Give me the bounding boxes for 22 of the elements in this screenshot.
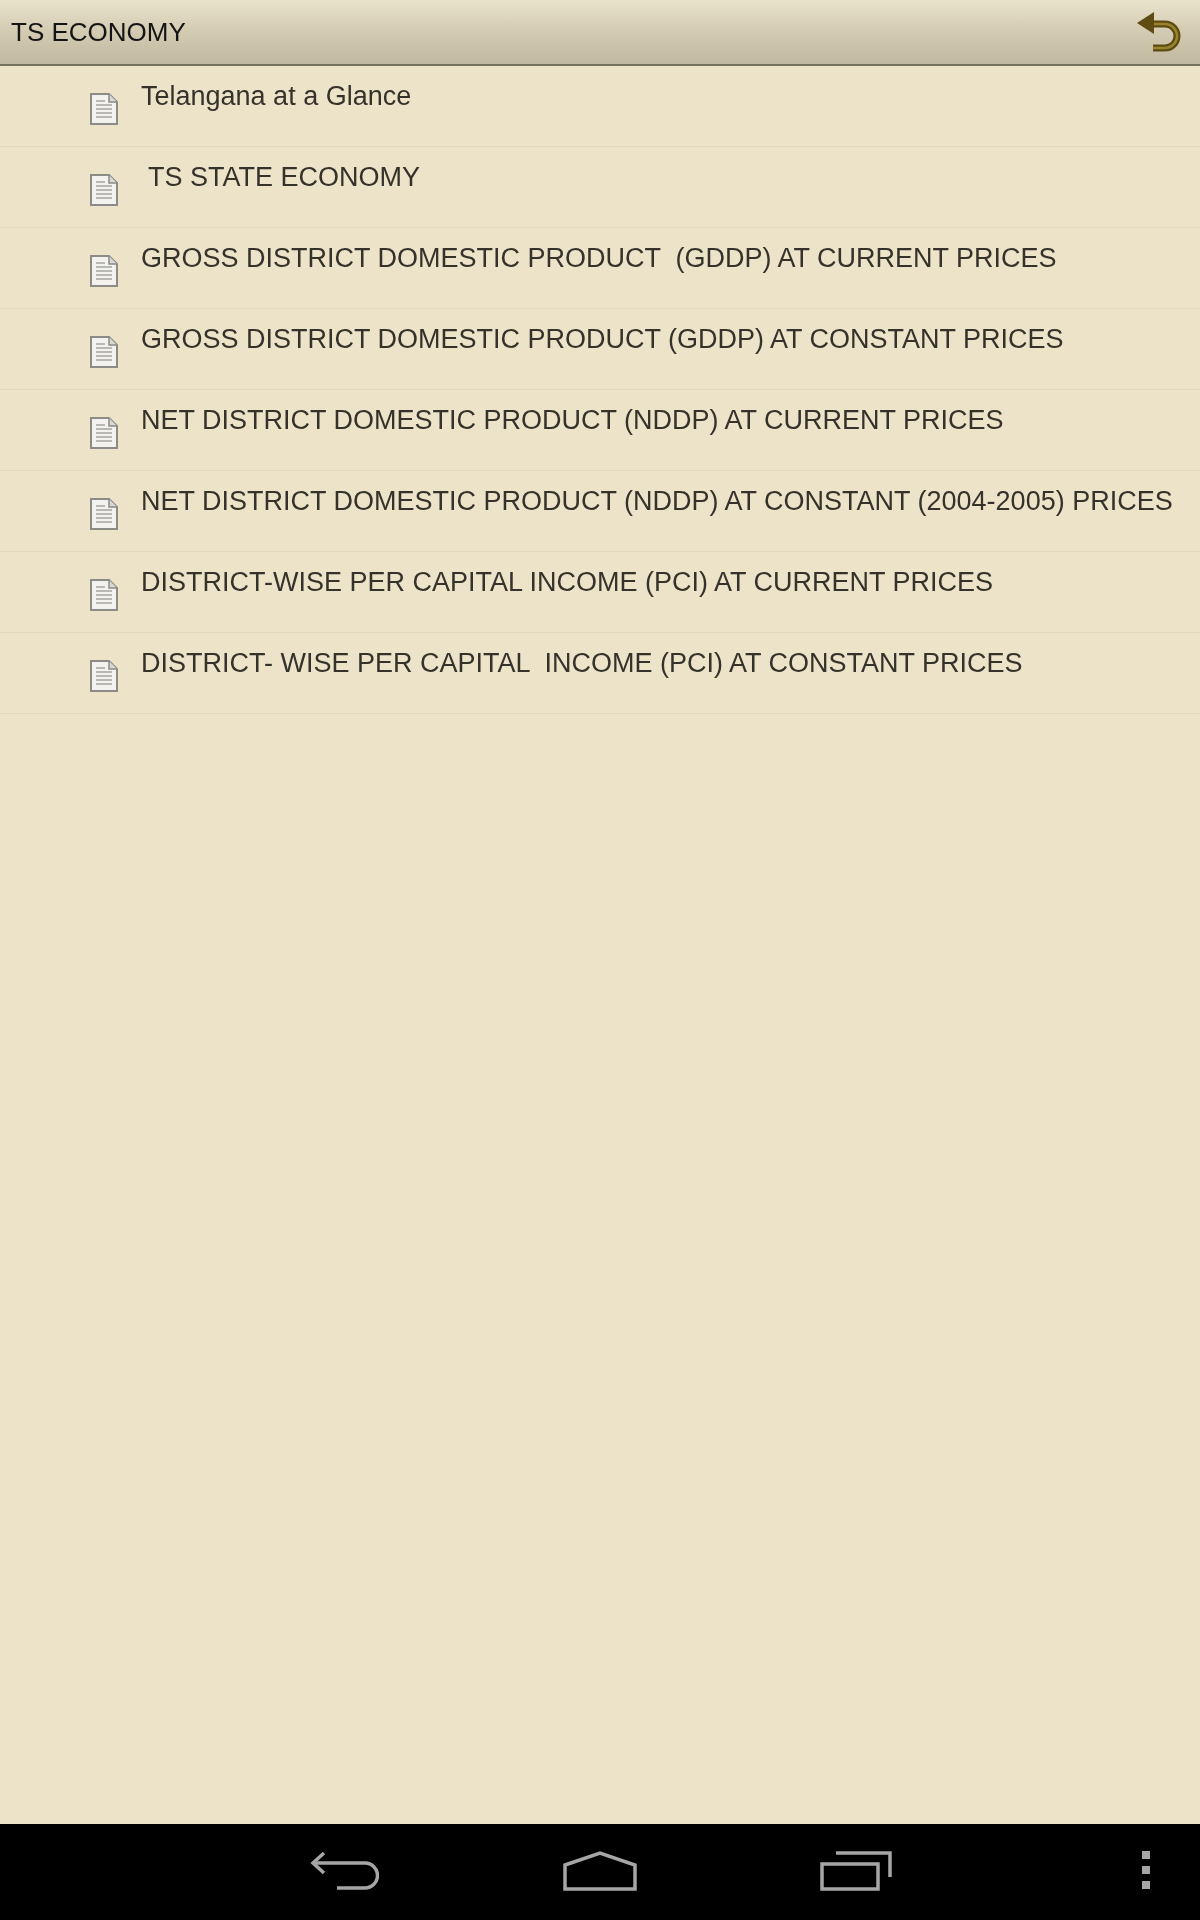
document-icon [90, 255, 118, 287]
list-item[interactable]: GROSS DISTRICT DOMESTIC PRODUCT (GDDP) AT CURRENT PRICES [0, 228, 1200, 309]
home-icon[interactable] [563, 1851, 637, 1891]
list-item[interactable]: TS STATE ECONOMY [0, 147, 1200, 228]
list-item[interactable]: Telangana at a Glance [0, 66, 1200, 147]
document-icon [90, 660, 118, 692]
screen-title: TS ECONOMY [11, 16, 186, 48]
list-item[interactable]: GROSS DISTRICT DOMESTIC PRODUCT (GDDP) AT CONSTANT PRICES [0, 309, 1200, 390]
document-icon [90, 417, 118, 449]
list-item[interactable]: NET DISTRICT DOMESTIC PRODUCT (NDDP) AT CONSTANT (2004-2005) PRICES [0, 471, 1200, 552]
list-item[interactable]: DISTRICT-WISE PER CAPITAL INCOME (PCI) AT CURRENT PRICES [0, 552, 1200, 633]
back-icon[interactable] [309, 1851, 379, 1891]
menu-icon[interactable] [1142, 1851, 1150, 1889]
document-icon [90, 579, 118, 611]
document-icon [90, 336, 118, 368]
list-item[interactable]: DISTRICT- WISE PER CAPITAL INCOME (PCI) AT CONSTANT PRICES [0, 633, 1200, 714]
document-icon [90, 174, 118, 206]
document-icon [90, 93, 118, 125]
list-item[interactable]: NET DISTRICT DOMESTIC PRODUCT (NDDP) AT CURRENT PRICES [0, 390, 1200, 471]
document-icon [90, 498, 118, 530]
recent-apps-icon[interactable] [820, 1851, 892, 1891]
back-icon[interactable] [1136, 11, 1182, 53]
